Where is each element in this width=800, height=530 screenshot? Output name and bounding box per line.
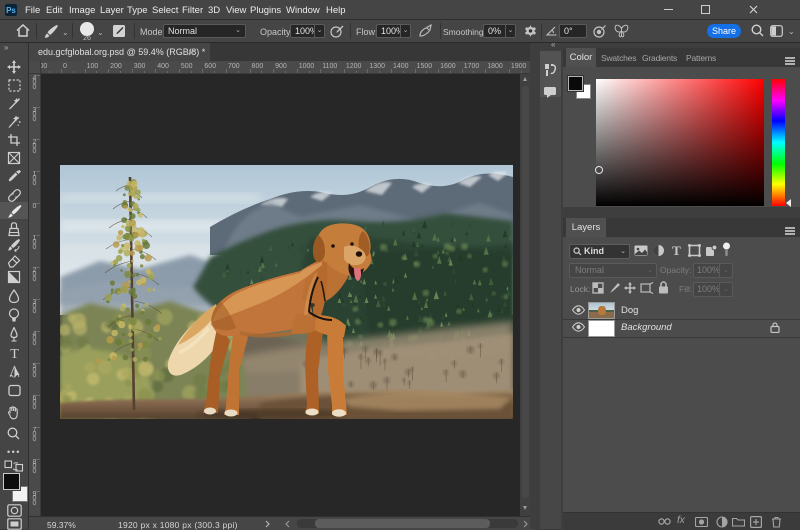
svg-text:T: T: [10, 347, 19, 360]
svg-text:T: T: [672, 244, 681, 257]
